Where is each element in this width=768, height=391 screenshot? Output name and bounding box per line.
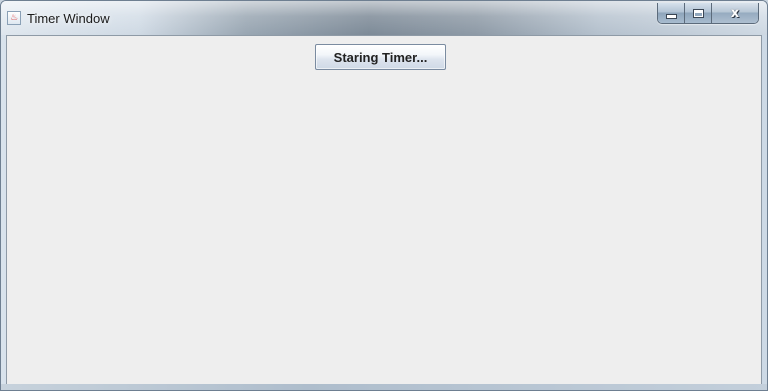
window-title: Timer Window	[27, 11, 110, 26]
maximize-icon	[692, 8, 704, 18]
java-icon[interactable]: ♨	[7, 11, 21, 25]
minimize-button[interactable]	[658, 3, 685, 23]
close-button[interactable]: x	[712, 3, 758, 23]
start-timer-button[interactable]: Staring Timer...	[315, 44, 446, 70]
minimize-icon	[665, 13, 677, 19]
caption-buttons: x	[657, 3, 759, 24]
content-pane: Staring Timer...	[6, 35, 762, 385]
maximize-button[interactable]	[685, 3, 712, 23]
timer-window: ♨ Timer Window x Staring Timer...	[0, 0, 768, 391]
window-bottom-border	[1, 384, 767, 390]
title-bar[interactable]: ♨ Timer Window x	[1, 1, 767, 35]
close-icon: x	[730, 5, 740, 21]
